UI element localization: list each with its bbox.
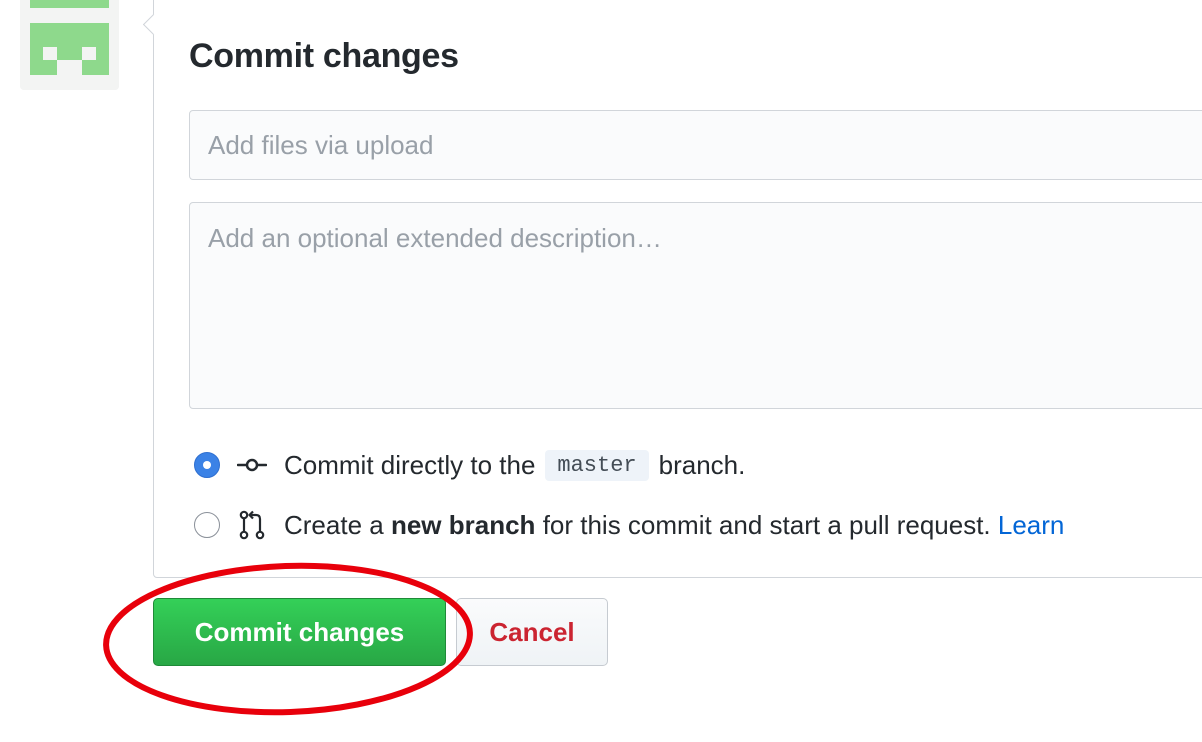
commit-description-textarea[interactable]: [189, 202, 1202, 409]
cancel-button[interactable]: Cancel: [456, 598, 608, 666]
commit-direct-text: Commit directly to the: [284, 449, 536, 480]
new-branch-emphasis: new branch: [390, 509, 536, 540]
avatar[interactable]: [20, 0, 119, 90]
commit-direct-option[interactable]: Commit directly to the master branch.: [194, 445, 745, 485]
git-pull-request-icon: [236, 510, 268, 540]
commit-direct-radio[interactable]: [194, 452, 220, 478]
commit-form: Commit changes Commit directly to the ma…: [153, 0, 1202, 578]
commit-form-title: Commit changes: [189, 37, 459, 75]
commit-page: Commit changes Commit directly to the ma…: [0, 0, 1202, 742]
new-branch-text-suffix: for this commit and start a pull request…: [542, 509, 991, 540]
new-branch-option[interactable]: Create a new branch for this commit and …: [194, 505, 1064, 545]
commit-changes-button[interactable]: Commit changes: [153, 598, 446, 666]
commit-summary-input[interactable]: [189, 110, 1202, 180]
new-branch-text-prefix: Create a: [284, 509, 384, 540]
git-commit-icon: [236, 450, 268, 480]
new-branch-radio[interactable]: [194, 512, 220, 538]
learn-more-link[interactable]: Learn: [998, 510, 1065, 541]
branch-name: master: [545, 449, 649, 481]
identicon-icon: [20, 0, 119, 90]
commit-direct-suffix: branch.: [658, 449, 746, 480]
